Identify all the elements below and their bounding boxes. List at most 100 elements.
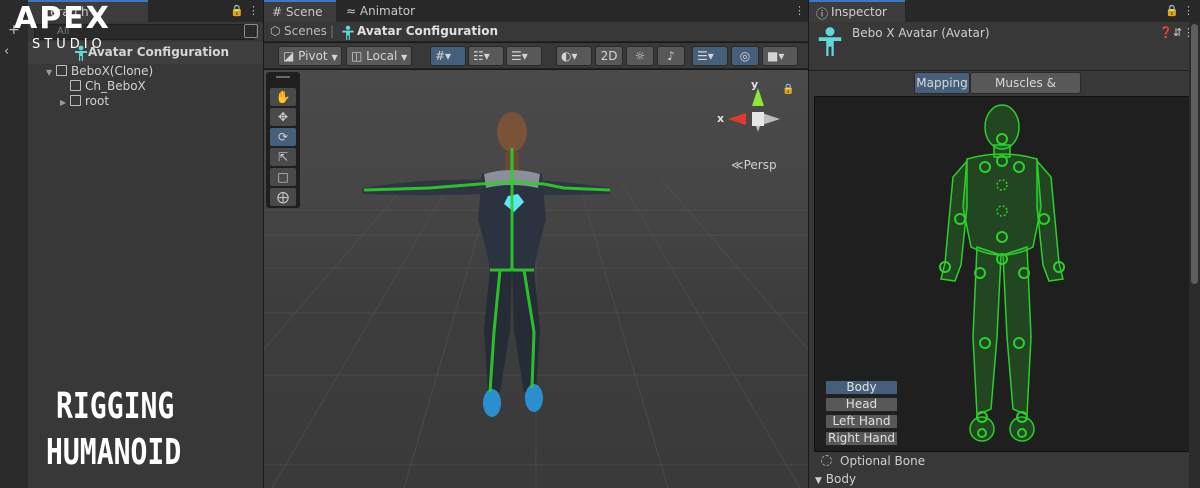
hierarchy-header-label: Avatar Configuration bbox=[88, 45, 229, 59]
tab-scene-label: Scene bbox=[285, 5, 323, 19]
effects-dropdown[interactable]: ☰▾ bbox=[692, 46, 728, 66]
body-part-right-hand[interactable]: Right Hand bbox=[825, 431, 898, 446]
tab-mapping[interactable]: Mapping bbox=[914, 72, 970, 94]
rotate-icon: ⟳ bbox=[277, 130, 289, 144]
local-icon: ◫ bbox=[351, 49, 363, 63]
eye-hidden-icon: ◎ bbox=[739, 49, 751, 63]
shading-icon: ◐▾ bbox=[561, 49, 578, 63]
grid-icon: # bbox=[272, 5, 283, 19]
persp-icon: ≪ bbox=[731, 158, 744, 172]
tree-item-label: root bbox=[85, 94, 110, 108]
layers-icon: ☰▾ bbox=[697, 49, 714, 63]
lock-icon[interactable]: 🔒 bbox=[1165, 4, 1179, 17]
inspector-title: Bebo X Avatar (Avatar) bbox=[852, 26, 990, 40]
gizmo-x-label: x bbox=[717, 112, 725, 125]
tree-item-label: Ch_BeboX bbox=[85, 79, 146, 93]
move-icon: ✥ bbox=[277, 110, 289, 124]
camera-dropdown[interactable]: ■▾ bbox=[762, 46, 798, 66]
orientation-gizmo[interactable] bbox=[728, 88, 780, 132]
body-part-head[interactable]: Head bbox=[825, 397, 898, 412]
scrollbar-thumb[interactable] bbox=[1191, 24, 1198, 284]
body-foldout-label: Body bbox=[825, 472, 857, 486]
body-part-left-hand[interactable]: Left Hand bbox=[825, 414, 898, 429]
pivot-label: Pivot bbox=[298, 49, 328, 63]
pivot-icon: ◪ bbox=[283, 49, 295, 63]
pivot-dropdown[interactable]: ◪ Pivot ▼ bbox=[278, 46, 342, 66]
tab-animator[interactable]: ≈ Animator bbox=[338, 0, 428, 22]
back-arrow-icon[interactable]: ‹ bbox=[4, 44, 9, 59]
title-rigging: RIGGING bbox=[56, 386, 175, 427]
inspector-divider bbox=[809, 70, 1189, 71]
chevron-down-icon: ▼ bbox=[401, 53, 408, 62]
search-options-icon[interactable] bbox=[244, 24, 258, 38]
projection-label: Persp bbox=[743, 158, 777, 172]
rotate-tool-button[interactable]: ⟳ bbox=[270, 128, 296, 146]
tree-item-root[interactable]: ▶ root bbox=[60, 94, 109, 110]
animator-icon: ≈ bbox=[346, 4, 357, 18]
lock-icon[interactable]: 🔒 bbox=[782, 84, 794, 95]
humanoid-character bbox=[362, 112, 610, 417]
transform-tool-button[interactable]: ⨁ bbox=[270, 188, 296, 206]
optional-bone-legend: Optional Bone bbox=[821, 454, 925, 468]
palette-handle[interactable] bbox=[276, 76, 290, 78]
inspector-tabbar: ⓘ Inspector 🔒 ⋮ bbox=[809, 0, 1200, 22]
tab-inspector[interactable]: ⓘ Inspector bbox=[809, 0, 905, 22]
lock-icon[interactable]: 🔒 bbox=[230, 4, 244, 17]
help-icon[interactable]: ❓ bbox=[1159, 26, 1173, 39]
collapsed-arrow-icon[interactable]: ▶ bbox=[60, 98, 70, 107]
grid-snap-toggle[interactable]: #▾ bbox=[430, 46, 466, 66]
ruler-toggle[interactable]: ☰▾ bbox=[506, 46, 542, 66]
inspector-panel: ⓘ Inspector 🔒 ⋮ Bebo X Avatar (Avatar) ❓… bbox=[809, 0, 1200, 488]
hand-icon: ✋ bbox=[275, 90, 291, 104]
inspector-scrollbar[interactable] bbox=[1189, 22, 1200, 488]
move-tool-button[interactable]: ✥ bbox=[270, 108, 296, 126]
apex-logo: APEX bbox=[14, 1, 111, 36]
scene-toolbar: ◪ Pivot ▼ ◫ Local ▼ #▾ ☷▾ ☰▾ ◐▾ 2D ☼ ♪ ☰… bbox=[264, 43, 808, 69]
more-menu-icon[interactable]: ⋮ bbox=[1183, 4, 1194, 17]
cube-icon bbox=[56, 65, 67, 76]
tab-scene[interactable]: # Scene bbox=[264, 0, 336, 22]
hand-tool-button[interactable]: ✋ bbox=[270, 88, 296, 106]
breadcrumb-current: Avatar Configuration bbox=[357, 24, 498, 38]
apex-studio-text: STUDIO bbox=[32, 37, 106, 52]
breadcrumb-root[interactable]: Scenes bbox=[284, 24, 327, 38]
visibility-toggle[interactable]: ◎ bbox=[731, 46, 759, 66]
scale-icon: ⇱ bbox=[277, 150, 289, 164]
grid-snap-icon: #▾ bbox=[435, 49, 452, 63]
projection-toggle[interactable]: ≪Persp bbox=[731, 158, 777, 172]
tab-muscles-settings[interactable]: Muscles & Settings bbox=[970, 72, 1081, 110]
snap-icon: ☷▾ bbox=[473, 49, 490, 63]
camera-icon: ■▾ bbox=[767, 49, 785, 63]
more-menu-icon[interactable]: ⋮ bbox=[794, 4, 805, 17]
breadcrumb: ⬡ Scenes | Avatar Configuration bbox=[264, 22, 808, 42]
audio-muted-icon: ♪ bbox=[667, 49, 675, 63]
hierarchy-side-strip bbox=[0, 0, 28, 488]
gizmo-y-label: y bbox=[751, 78, 759, 91]
toggle-2d-button[interactable]: 2D bbox=[595, 46, 623, 66]
draw-mode-dropdown[interactable]: ◐▾ bbox=[556, 46, 592, 66]
scene-viewport[interactable]: y x 🔒 bbox=[264, 70, 808, 488]
rect-tool-button[interactable]: □ bbox=[270, 168, 296, 186]
optional-bone-label: Optional Bone bbox=[840, 454, 926, 468]
unity-icon: ⬡ bbox=[270, 24, 281, 38]
local-label: Local bbox=[366, 49, 398, 63]
tree-item-beboX-clone[interactable]: ▼ BeboX(Clone) bbox=[46, 64, 153, 80]
title-humanoid: HUMANOID bbox=[46, 432, 182, 473]
tool-palette: ✋ ✥ ⟳ ⇱ □ ⨁ bbox=[266, 72, 300, 208]
cube-icon bbox=[70, 80, 81, 91]
body-part-body[interactable]: Body bbox=[825, 380, 898, 395]
scale-tool-button[interactable]: ⇱ bbox=[270, 148, 296, 166]
lighting-toggle[interactable]: ☼ bbox=[626, 46, 654, 66]
audio-toggle[interactable]: ♪ bbox=[657, 46, 685, 66]
scene-render bbox=[264, 88, 808, 488]
inspector-tab-label: Inspector bbox=[831, 5, 887, 19]
body-foldout[interactable]: ▼ Body bbox=[815, 472, 856, 486]
tree-item-ch-bebox[interactable]: Ch_BeboX bbox=[60, 79, 146, 95]
local-dropdown[interactable]: ◫ Local ▼ bbox=[346, 46, 412, 66]
expanded-arrow-icon[interactable]: ▼ bbox=[46, 68, 56, 77]
breadcrumb-separator: | bbox=[330, 24, 335, 38]
more-menu-icon[interactable]: ⋮ bbox=[248, 4, 259, 17]
foldout-arrow-icon: ▼ bbox=[815, 476, 822, 486]
increment-snap-toggle[interactable]: ☷▾ bbox=[468, 46, 504, 66]
preset-icon[interactable]: ⇵ bbox=[1173, 26, 1182, 39]
